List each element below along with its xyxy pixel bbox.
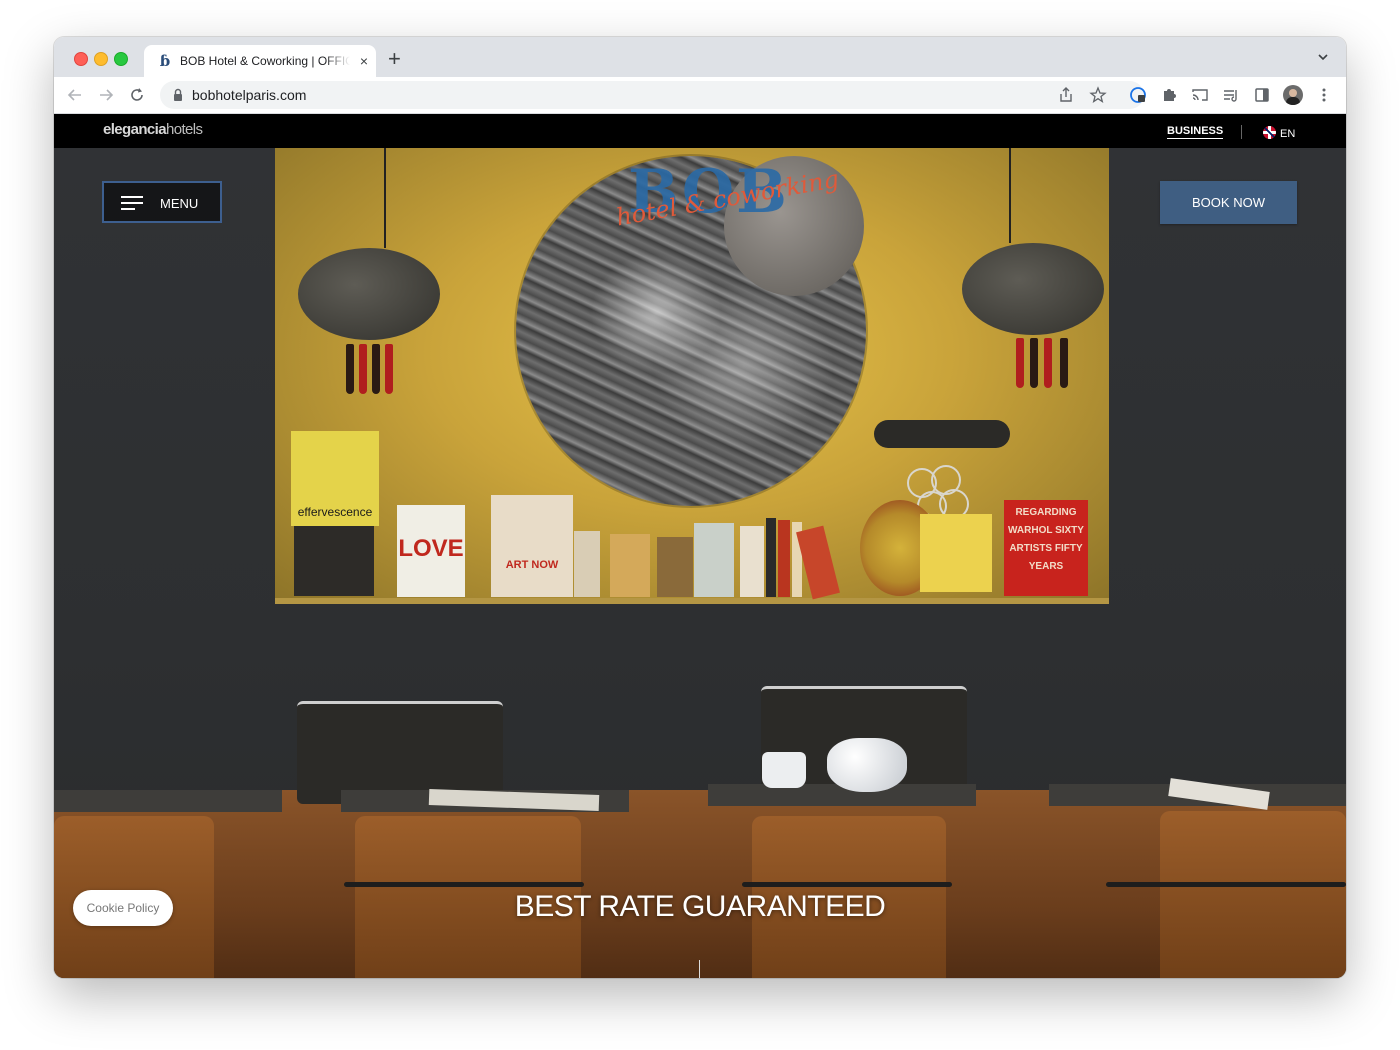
hero-tagline: BEST RATE GUARANTEED <box>514 890 886 923</box>
share-icon[interactable] <box>1056 85 1076 105</box>
wall-lamp <box>874 420 1010 448</box>
url-text[interactable]: bobhotelparis.com <box>192 87 306 103</box>
tassel <box>1030 338 1038 388</box>
back-icon[interactable] <box>65 85 85 105</box>
book-title: ART NOW <box>505 559 559 571</box>
tassel <box>359 344 367 394</box>
lamp-cord <box>384 148 386 248</box>
tassel <box>1016 338 1024 388</box>
tassel <box>346 344 354 394</box>
pendant-lamp-right <box>962 243 1104 335</box>
uk-flag-icon[interactable] <box>1263 126 1276 139</box>
menu-label: MENU <box>160 196 199 211</box>
business-link[interactable]: BUSINESS <box>1167 125 1224 139</box>
book-title: LOVE <box>398 535 464 562</box>
tab-strip: ɓ BOB Hotel & Coworking | OFFICIAL SITE … <box>54 37 1346 77</box>
book-title: REGARDING WARHOL SIXTY ARTISTS FIFTY YEA… <box>1008 507 1084 572</box>
book <box>766 518 776 597</box>
reload-icon[interactable] <box>127 85 147 105</box>
book <box>778 520 790 597</box>
hero-section: BOB hotel & coworking effervescence LOVE… <box>54 148 1346 978</box>
hotel-logo[interactable]: BOB hotel & coworking <box>614 160 841 250</box>
star-icon[interactable] <box>1088 85 1108 105</box>
browser-window: ɓ BOB Hotel & Coworking | OFFICIAL SITE … <box>54 37 1346 978</box>
tab-close-icon[interactable]: × <box>356 53 372 69</box>
chair-armrest <box>742 882 952 887</box>
book-cover: REGARDING WARHOL SIXTY ARTISTS FIFTY YEA… <box>1004 500 1088 596</box>
book-now-button[interactable]: BOOK NOW <box>1160 181 1297 224</box>
tassel <box>385 344 393 394</box>
book <box>610 534 650 597</box>
book-cover: ART NOW <box>491 495 573 597</box>
chevron-down-icon[interactable] <box>1316 50 1330 64</box>
active-tab[interactable]: ɓ BOB Hotel & Coworking | OFFICIAL SITE … <box>144 45 376 77</box>
cookie-policy-button[interactable]: Cookie Policy <box>73 890 173 926</box>
hamburger-icon <box>121 196 143 210</box>
brand-logo-rest: hotels <box>165 121 203 138</box>
close-window-button[interactable] <box>74 52 88 66</box>
book-cover: effervescence <box>291 431 379 526</box>
browser-toolbar: bobhotelparis.com <box>54 77 1346 114</box>
table-top <box>54 790 282 812</box>
favicon-icon: ɓ <box>159 52 171 70</box>
sidepanel-icon[interactable] <box>1252 85 1272 105</box>
shelf <box>275 598 1109 604</box>
reading-list-icon[interactable] <box>1221 85 1241 105</box>
zoom-window-button[interactable] <box>114 52 128 66</box>
lock-icon[interactable] <box>172 88 184 102</box>
chair-armrest <box>344 882 584 887</box>
address-bar[interactable]: bobhotelparis.com <box>160 81 1144 109</box>
chair-armrest <box>1106 882 1346 887</box>
web-page: eleganciahotels BUSINESS EN BOB hotel & … <box>54 114 1346 978</box>
extension-icon[interactable] <box>1128 85 1148 105</box>
minimize-window-button[interactable] <box>94 52 108 66</box>
teapot <box>827 738 907 792</box>
forward-icon[interactable] <box>96 85 116 105</box>
book <box>694 523 734 597</box>
book-title: effervescence <box>297 505 373 519</box>
menu-button[interactable]: MENU <box>102 181 222 223</box>
cast-icon[interactable] <box>1190 85 1210 105</box>
brand-logo-bold: elegancia <box>103 121 167 138</box>
more-icon[interactable] <box>1314 85 1334 105</box>
book <box>574 531 600 597</box>
chair-back <box>297 701 503 804</box>
pendant-lamp-left <box>298 248 440 340</box>
profile-avatar[interactable] <box>1283 85 1303 105</box>
tassel <box>1060 338 1068 388</box>
lamp-cord <box>1009 148 1011 243</box>
new-tab-button[interactable]: + <box>388 47 401 71</box>
puzzle-icon[interactable] <box>1159 85 1179 105</box>
tassel <box>1044 338 1052 388</box>
scroll-indicator[interactable] <box>699 960 700 978</box>
book-stack <box>294 526 374 596</box>
language-selector[interactable]: EN <box>1280 128 1295 140</box>
book <box>657 537 693 597</box>
tassel <box>372 344 380 394</box>
mug <box>762 752 806 788</box>
divider <box>1241 125 1242 139</box>
book-cover: LOVE <box>397 505 465 597</box>
brand-logo[interactable]: eleganciahotels <box>103 121 203 138</box>
tab-title: BOB Hotel & Coworking | OFFICIAL SITE <box>180 54 350 68</box>
book <box>740 526 764 597</box>
top-bar: eleganciahotels BUSINESS EN <box>54 114 1346 148</box>
art-book <box>920 514 992 592</box>
